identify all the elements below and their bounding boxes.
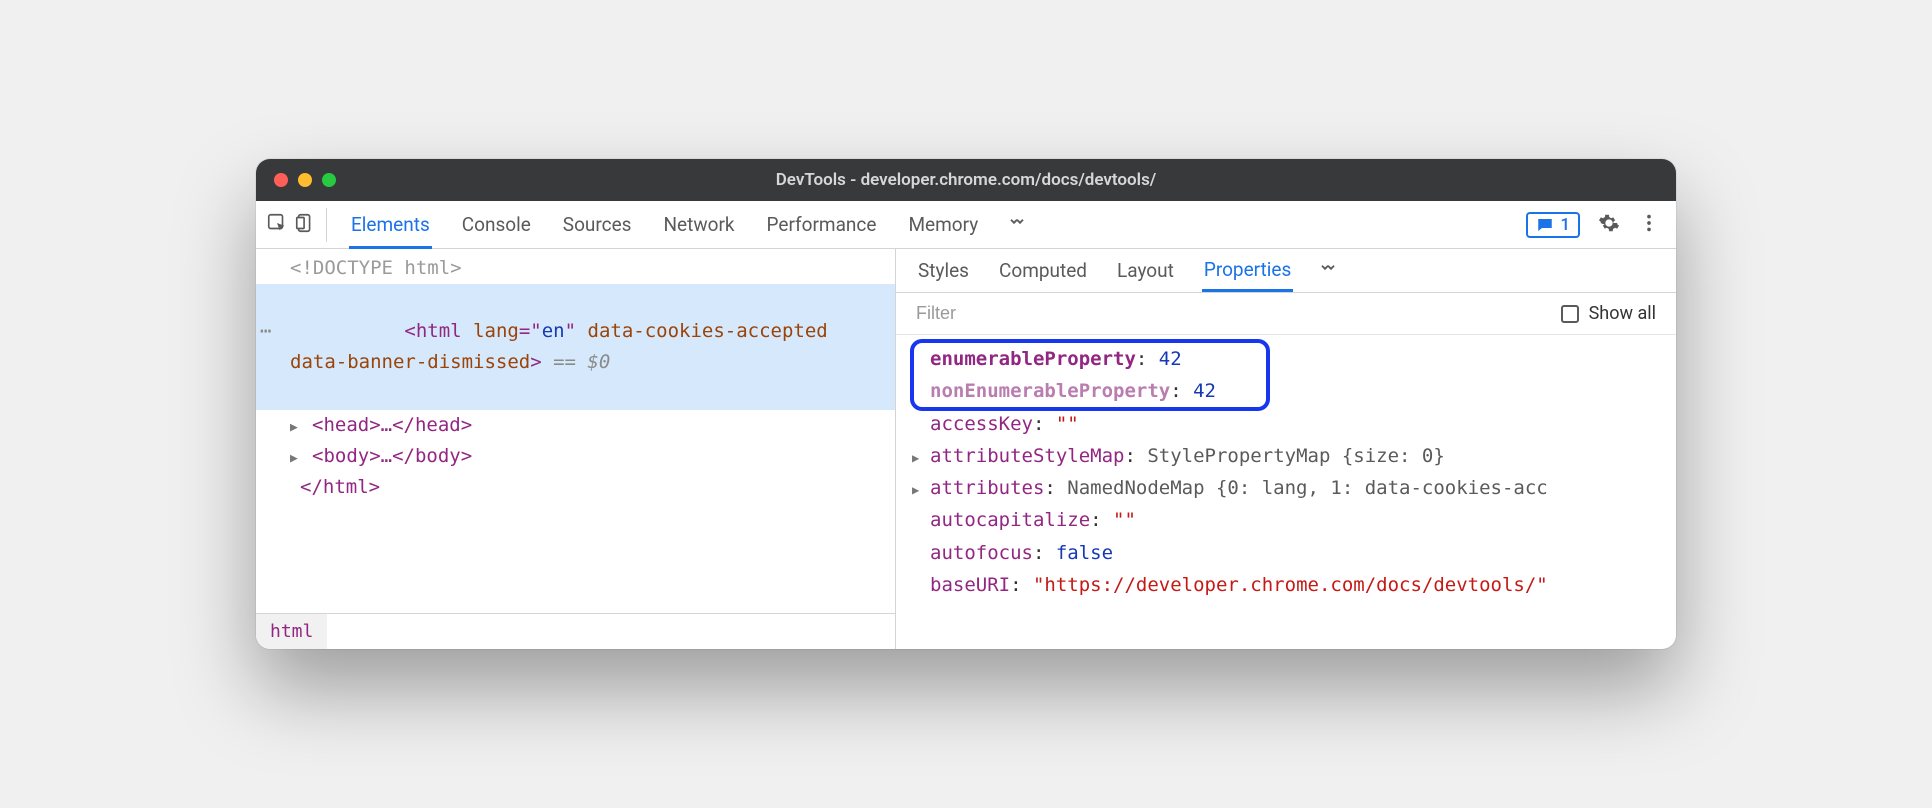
more-tabs-icon[interactable]: [1008, 213, 1026, 236]
kebab-menu-icon[interactable]: [1638, 212, 1660, 238]
tab-layout[interactable]: Layout: [1115, 251, 1176, 290]
tab-elements[interactable]: Elements: [349, 203, 432, 249]
property-key: autocapitalize: [930, 509, 1090, 531]
sidebar-tabs: Styles Computed Layout Properties: [896, 249, 1676, 293]
property-value: false: [1056, 542, 1113, 564]
content-area: <!DOCTYPE html> ⋯<html lang="en" data-co…: [256, 249, 1676, 649]
tab-network[interactable]: Network: [661, 203, 736, 246]
property-key: attributeStyleMap: [930, 445, 1124, 467]
tab-properties[interactable]: Properties: [1202, 250, 1293, 292]
filter-bar: Show all: [896, 293, 1676, 335]
tab-styles[interactable]: Styles: [916, 251, 971, 290]
more-subtabs-icon[interactable]: [1319, 259, 1337, 282]
dom-html-element[interactable]: ⋯<html lang="en" data-cookies-accepted d…: [256, 284, 895, 409]
dom-head-element[interactable]: ▶<head>…</head>: [256, 410, 895, 441]
properties-list[interactable]: enumerableProperty: 42nonEnumerablePrope…: [896, 335, 1676, 649]
ellipsis-icon: ⋯: [260, 316, 271, 347]
dom-doctype: <!DOCTYPE html>: [290, 257, 462, 279]
show-all-label: Show all: [1589, 303, 1656, 324]
checkbox-icon[interactable]: [1561, 305, 1579, 323]
property-value: "https://developer.chrome.com/docs/devto…: [1033, 574, 1548, 596]
device-toggle-icon[interactable]: [294, 212, 316, 238]
property-row[interactable]: nonEnumerableProperty: 42: [916, 375, 1676, 407]
sidebar-pane: Styles Computed Layout Properties Show a…: [896, 249, 1676, 649]
breadcrumb: html: [256, 613, 895, 649]
elements-pane: <!DOCTYPE html> ⋯<html lang="en" data-co…: [256, 249, 896, 649]
property-value: 42: [1159, 348, 1182, 370]
tab-computed[interactable]: Computed: [997, 251, 1089, 290]
tab-sources[interactable]: Sources: [561, 203, 634, 246]
property-value: StylePropertyMap {size: 0}: [1147, 445, 1444, 467]
property-key: nonEnumerableProperty: [930, 380, 1170, 402]
filter-input[interactable]: [916, 303, 1561, 324]
show-all-toggle[interactable]: Show all: [1561, 303, 1656, 324]
zoom-icon[interactable]: [322, 173, 336, 187]
property-row[interactable]: accessKey: "": [916, 408, 1676, 440]
property-value: 42: [1193, 380, 1216, 402]
property-key: baseURI: [930, 574, 1010, 596]
devtools-window: DevTools - developer.chrome.com/docs/dev…: [256, 159, 1676, 649]
property-value: NamedNodeMap {0: lang, 1: data-cookies-a…: [1067, 477, 1547, 499]
messages-badge[interactable]: 1: [1526, 212, 1580, 238]
dom-tree[interactable]: <!DOCTYPE html> ⋯<html lang="en" data-co…: [256, 249, 895, 613]
property-row[interactable]: autocapitalize: "": [916, 504, 1676, 536]
property-row[interactable]: autofocus: false: [916, 537, 1676, 569]
property-row[interactable]: ▶attributeStyleMap: StylePropertyMap {si…: [916, 440, 1676, 472]
crumb-html[interactable]: html: [256, 614, 327, 649]
property-key: autofocus: [930, 542, 1033, 564]
window-title: DevTools - developer.chrome.com/docs/dev…: [256, 170, 1676, 190]
inspect-icon[interactable]: [266, 212, 288, 238]
property-key: accessKey: [930, 413, 1033, 435]
expand-icon[interactable]: ▶: [290, 448, 298, 469]
property-key: attributes: [930, 477, 1044, 499]
expand-icon[interactable]: ▶: [912, 480, 919, 500]
property-value: "": [1113, 509, 1136, 531]
dom-html-close: </html>: [256, 472, 895, 503]
tab-console[interactable]: Console: [460, 203, 533, 246]
property-row[interactable]: ▶attributes: NamedNodeMap {0: lang, 1: d…: [916, 472, 1676, 504]
minimize-icon[interactable]: [298, 173, 312, 187]
expand-icon[interactable]: ▶: [912, 448, 919, 468]
main-toolbar: Elements Console Sources Network Perform…: [256, 201, 1676, 249]
property-value: "": [1056, 413, 1079, 435]
panel-tabs: Elements Console Sources Network Perform…: [327, 203, 1526, 247]
property-row[interactable]: enumerableProperty: 42: [916, 343, 1676, 375]
tab-performance[interactable]: Performance: [765, 203, 879, 246]
settings-icon[interactable]: [1598, 212, 1620, 238]
tab-memory[interactable]: Memory: [906, 203, 980, 246]
property-key: enumerableProperty: [930, 348, 1136, 370]
messages-count: 1: [1560, 215, 1570, 235]
expand-icon[interactable]: ▶: [290, 417, 298, 438]
window-controls: [274, 173, 336, 187]
dom-body-element[interactable]: ▶<body>…</body>: [256, 441, 895, 472]
close-icon[interactable]: [274, 173, 288, 187]
property-row[interactable]: baseURI: "https://developer.chrome.com/d…: [916, 569, 1676, 601]
titlebar: DevTools - developer.chrome.com/docs/dev…: [256, 159, 1676, 201]
